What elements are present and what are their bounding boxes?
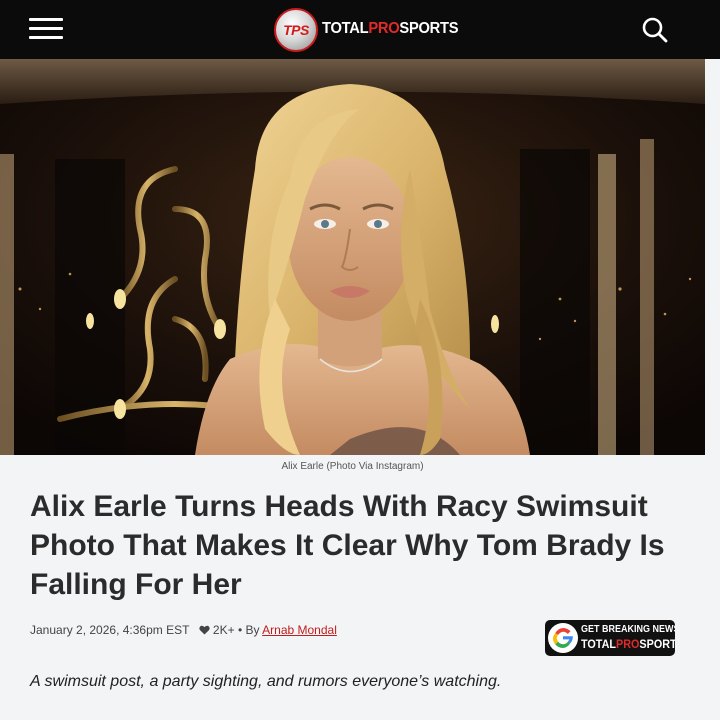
author-link[interactable]: Arnab Mondal (262, 623, 337, 637)
heart-icon (198, 625, 210, 635)
google-g-icon (548, 623, 578, 653)
site-header: TPS TOTALPROSPORTS (0, 0, 720, 59)
article-headline: Alix Earle Turns Heads With Racy Swimsui… (30, 490, 665, 601)
google-news-follow-button[interactable]: GET BREAKING NEWS TOTALPROSPORTS (545, 620, 675, 656)
hero-image (0, 59, 705, 455)
publish-date: January 2, 2026, 4:36pm EST (30, 623, 190, 637)
site-logo[interactable]: TPS TOTALPROSPORTS (274, 8, 459, 52)
gbn-line1: GET BREAKING NEWS (581, 624, 675, 635)
search-icon[interactable] (641, 16, 669, 44)
hero-caption: Alix Earle (Photo Via Instagram) (281, 461, 424, 472)
page-gutter (705, 59, 720, 720)
likes-count: 2K+ (212, 623, 235, 637)
logo-wordmark: TOTALPROSPORTS (322, 20, 459, 37)
gbn-line2: TOTALPROSPORTS (581, 637, 675, 651)
logo-badge: TPS (274, 8, 318, 52)
by-label: • By (237, 623, 260, 637)
article-meta: January 2, 2026, 4:36pm EST 2K+ • By Arn… (30, 623, 337, 637)
logo-badge-text: TPS (283, 22, 309, 38)
article-dek: A swimsuit post, a party sighting, and r… (30, 673, 502, 690)
hamburger-menu-icon[interactable] (29, 18, 63, 40)
